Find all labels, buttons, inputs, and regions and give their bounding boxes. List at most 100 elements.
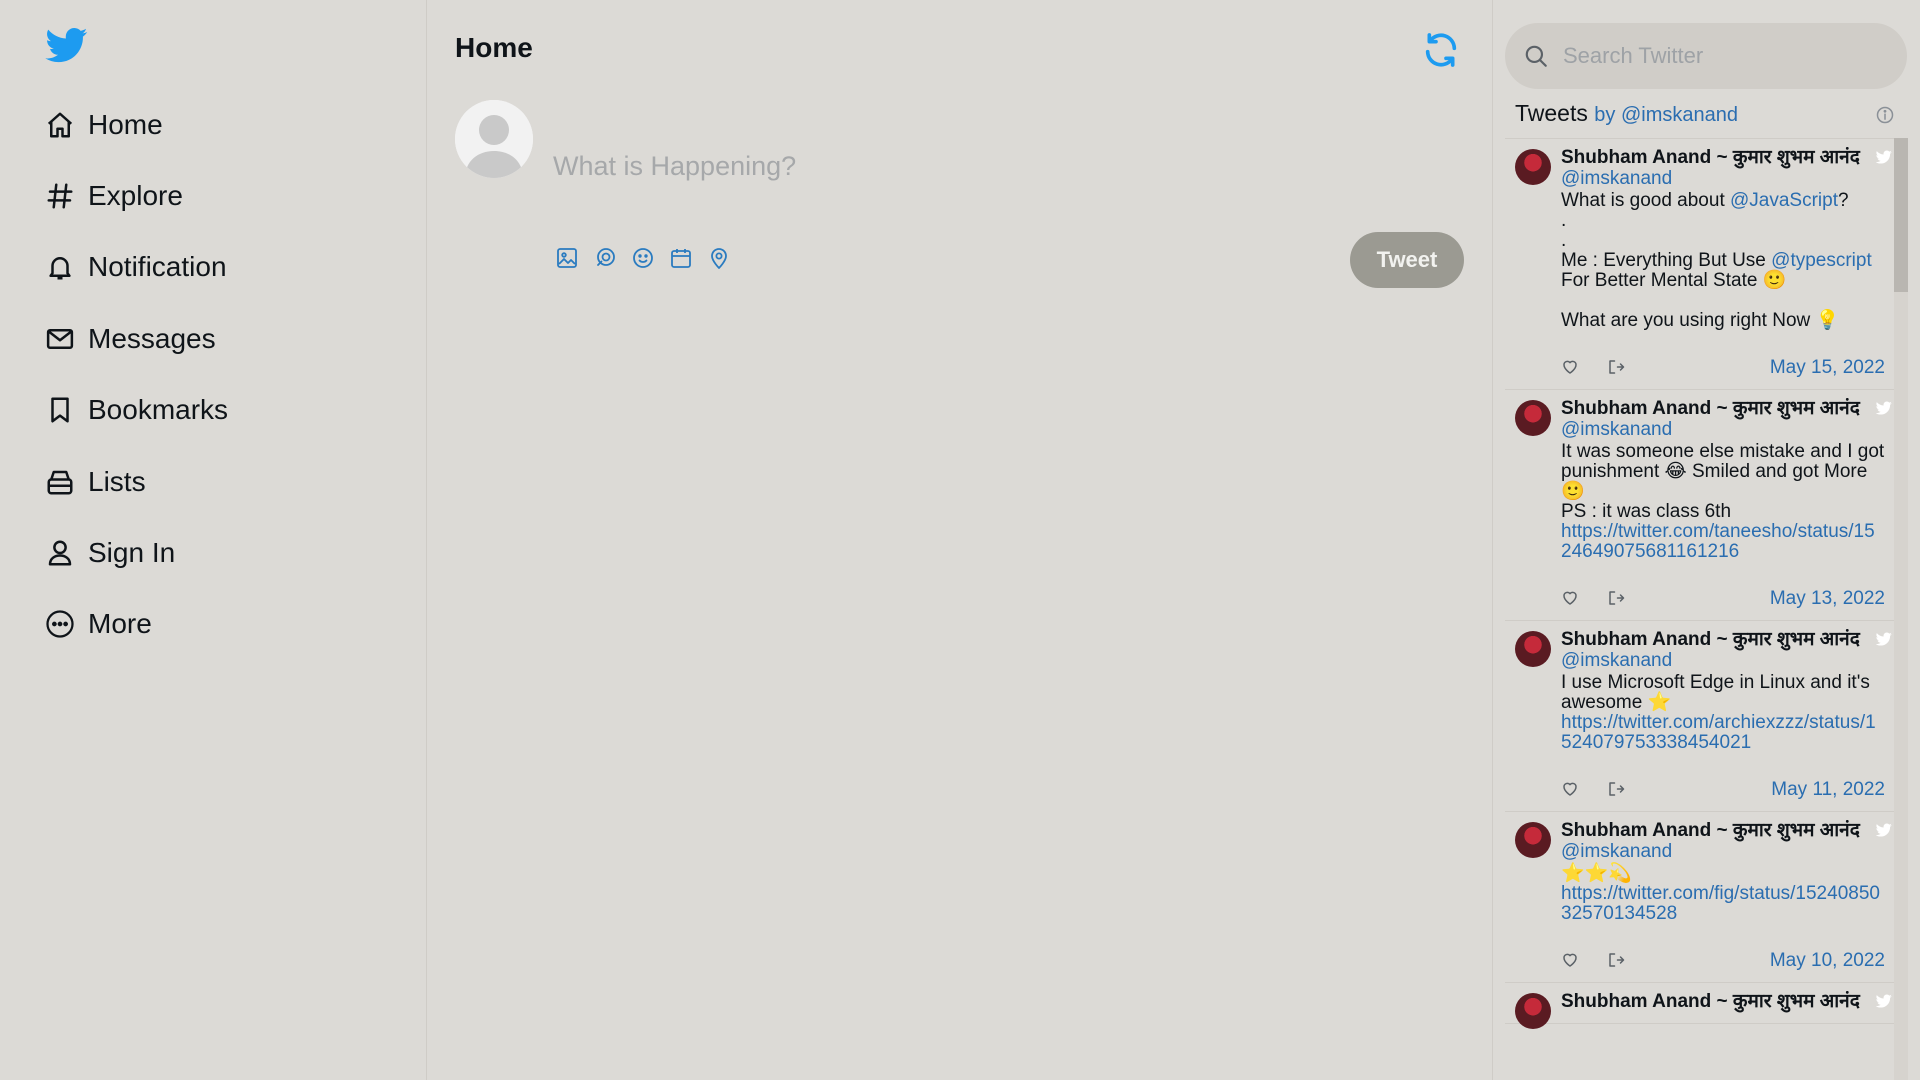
sidebar-item-label: Home xyxy=(88,109,163,140)
tweet-author-handle[interactable]: @imskanand xyxy=(1561,420,1885,440)
lists-icon xyxy=(44,466,76,498)
tweet-author-avatar[interactable] xyxy=(1515,400,1551,436)
bell-icon xyxy=(44,251,76,283)
sidebar-item-label: Lists xyxy=(88,466,146,497)
tweet-author-row: Shubham Anand ~ कुमार शुभम आनंद xyxy=(1561,147,1892,169)
twitter-logo-icon[interactable] xyxy=(43,24,91,66)
schedule-icon[interactable] xyxy=(669,246,693,270)
tweet-author-avatar[interactable] xyxy=(1515,993,1551,1029)
tweet-text: It was someone else mistake and I got pu… xyxy=(1561,442,1885,562)
tweet-date-link[interactable]: May 11, 2022 xyxy=(1771,779,1885,801)
tweet-actions: May 15, 2022 xyxy=(1561,357,1885,379)
tweet-date-link[interactable]: May 13, 2022 xyxy=(1770,588,1885,610)
avatar xyxy=(455,100,533,178)
tweet-text-segment: It was someone else mistake and I got pu… xyxy=(1561,441,1885,522)
tweet-card[interactable]: Shubham Anand ~ कुमार शुभम आनंद xyxy=(1505,983,1895,1029)
tweet-card[interactable]: Shubham Anand ~ कुमार शुभम आनंद @imskanan… xyxy=(1505,621,1895,812)
tweet-link[interactable]: https://twitter.com/fig/status/152408503… xyxy=(1561,883,1880,924)
tweet-author-row: Shubham Anand ~ कुमार शुभम आनंद xyxy=(1561,991,1892,1013)
emoji-icon[interactable] xyxy=(631,246,655,270)
widget-by-link[interactable]: by @imskanand xyxy=(1594,104,1738,126)
share-icon[interactable] xyxy=(1607,589,1627,609)
tweet-author-name[interactable]: Shubham Anand ~ कुमार शुभम आनंद xyxy=(1561,398,1877,420)
timeline-scrollbar[interactable] xyxy=(1894,138,1908,1080)
tweet-author-avatar[interactable] xyxy=(1515,149,1551,185)
tweet-author-row: Shubham Anand ~ कुमार शुभम आनंद xyxy=(1561,398,1892,420)
tweet-author-handle[interactable]: @imskanand xyxy=(1561,651,1885,671)
tweet-author-avatar[interactable] xyxy=(1515,822,1551,858)
tweet-actions: May 13, 2022 xyxy=(1561,588,1885,610)
share-icon[interactable] xyxy=(1607,780,1627,800)
sidebar-item-label: Messages xyxy=(88,323,216,354)
tweet-text: ⭐⭐💫 https://twitter.com/fig/status/15240… xyxy=(1561,864,1885,924)
sidebar-item-label: More xyxy=(88,608,152,639)
tweet-author-avatar[interactable] xyxy=(1515,631,1551,667)
image-icon[interactable] xyxy=(555,246,579,270)
sidebar-item-more[interactable]: More xyxy=(44,600,152,648)
tweet-author-row: Shubham Anand ~ कुमार शुभम आनंद xyxy=(1561,629,1892,651)
more-icon xyxy=(44,608,76,640)
tweet-card[interactable]: Shubham Anand ~ कुमार शुभम आनंद @imskanan… xyxy=(1505,812,1895,983)
like-heart-icon[interactable] xyxy=(1561,589,1581,609)
tweet-author-name[interactable]: Shubham Anand ~ कुमार शुभम आनंद xyxy=(1561,820,1877,842)
sidebar-item-label: Bookmarks xyxy=(88,394,229,425)
like-heart-icon[interactable] xyxy=(1561,358,1581,378)
sidebar-item-bookmarks[interactable]: Bookmarks xyxy=(44,386,228,434)
tweet-author-name[interactable]: Shubham Anand ~ कुमार शुभम आनंद xyxy=(1561,629,1877,651)
twitter-bird-icon xyxy=(1875,994,1892,1008)
sidebar-item-label: Notification xyxy=(88,251,227,282)
page-title: Home xyxy=(455,32,533,63)
tweet-author-name[interactable]: Shubham Anand ~ कुमार शुभम आनंद xyxy=(1561,147,1877,169)
share-icon[interactable] xyxy=(1607,358,1627,378)
tweet-link[interactable]: https://twitter.com/archiexzzz/status/15… xyxy=(1561,712,1876,753)
tweet-author-name[interactable]: Shubham Anand ~ कुमार शुभम आनंद xyxy=(1561,991,1877,1013)
embedded-tweets-timeline[interactable]: Shubham Anand ~ कुमार शुभम आनंद @imskanan… xyxy=(1505,138,1895,1080)
tweet-text-segment: What is good about xyxy=(1561,190,1730,211)
tweet-button[interactable]: Tweet xyxy=(1350,232,1464,288)
twitter-bird-icon xyxy=(1875,150,1892,164)
tweet-author-handle[interactable]: @imskanand xyxy=(1561,169,1885,189)
sidebar-item-sign-in[interactable]: Sign In xyxy=(44,529,175,577)
search-icon xyxy=(1525,45,1547,67)
tweet-author-row: Shubham Anand ~ कुमार शुभम आनंद xyxy=(1561,820,1892,842)
share-icon[interactable] xyxy=(1607,951,1627,971)
gif-icon[interactable] xyxy=(593,246,617,270)
tweets-widget-header: Tweets by @imskanand xyxy=(1515,100,1738,127)
twitter-bird-icon xyxy=(1875,632,1892,646)
tweet-date-link[interactable]: May 10, 2022 xyxy=(1770,950,1885,972)
tweet-text-segment: ⭐⭐💫 xyxy=(1561,863,1632,884)
sidebar-item-lists[interactable]: Lists xyxy=(44,458,146,506)
like-heart-icon[interactable] xyxy=(1561,780,1581,800)
sidebar-item-home[interactable]: Home xyxy=(44,101,163,149)
tweet-author-handle[interactable]: @imskanand xyxy=(1561,842,1885,862)
user-icon xyxy=(44,537,76,569)
location-icon[interactable] xyxy=(707,246,731,270)
hashtag-icon xyxy=(44,180,76,212)
bookmark-icon xyxy=(44,394,76,426)
tweet-card[interactable]: Shubham Anand ~ कुमार शुभम आनंद @imskanan… xyxy=(1505,390,1895,621)
sidebar-item-explore[interactable]: Explore xyxy=(44,172,183,220)
sidebar-item-label: Explore xyxy=(88,180,183,211)
scrollbar-thumb[interactable] xyxy=(1894,138,1908,292)
tweet-date-link[interactable]: May 15, 2022 xyxy=(1770,357,1885,379)
tweet-link[interactable]: @JavaScript xyxy=(1730,190,1838,211)
twitter-bird-icon xyxy=(1875,401,1892,415)
compose-toolbar xyxy=(555,246,731,270)
compose-tweet-input[interactable] xyxy=(553,148,1253,184)
tweet-actions: May 10, 2022 xyxy=(1561,950,1885,972)
search-input[interactable] xyxy=(1563,43,1883,69)
info-icon[interactable] xyxy=(1875,105,1895,125)
widget-title: Tweets xyxy=(1515,100,1588,126)
like-heart-icon[interactable] xyxy=(1561,951,1581,971)
main-timeline: Home Tweet xyxy=(427,0,1493,1080)
refresh-icon[interactable] xyxy=(1421,30,1461,70)
tweet-text: What is good about @JavaScript? . . Me :… xyxy=(1561,191,1885,331)
home-icon xyxy=(44,109,76,141)
search-bar[interactable] xyxy=(1505,23,1907,89)
tweet-text: I use Microsoft Edge in Linux and it's a… xyxy=(1561,673,1885,753)
tweet-link[interactable]: https://twitter.com/taneesho/status/1524… xyxy=(1561,521,1875,562)
sidebar-item-messages[interactable]: Messages xyxy=(44,315,216,363)
tweet-card[interactable]: Shubham Anand ~ कुमार शुभम आनंद @imskanan… xyxy=(1505,139,1895,390)
tweet-link[interactable]: @typescript xyxy=(1771,250,1872,271)
sidebar-item-notification[interactable]: Notification xyxy=(44,243,227,291)
